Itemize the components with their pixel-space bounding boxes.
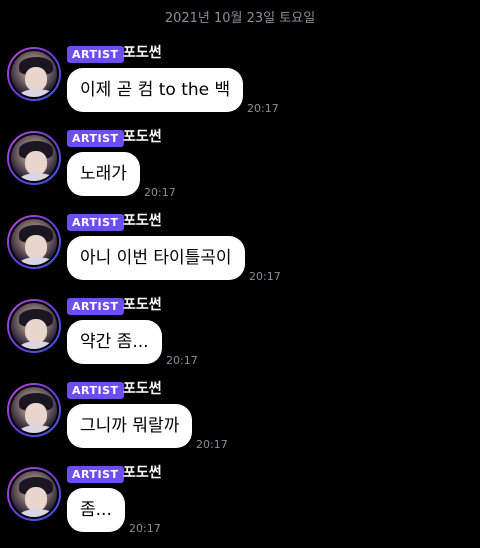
artist-badge: ARTIST xyxy=(67,382,124,399)
sender-avatar[interactable] xyxy=(7,383,61,437)
artist-badge: ARTIST xyxy=(67,214,124,231)
sender-name: 포도썬 xyxy=(123,213,162,229)
message-time: 20:17 xyxy=(166,354,198,367)
message-time: 20:17 xyxy=(249,270,281,283)
message-bubble[interactable]: 노래가 xyxy=(67,152,140,196)
message-time: 20:17 xyxy=(196,438,228,451)
chat-message: ARTIST 포도썬 그니까 뭐랄까 20:17 xyxy=(0,380,480,464)
sender-avatar[interactable] xyxy=(7,47,61,101)
message-time: 20:17 xyxy=(129,522,161,535)
artist-badge: ARTIST xyxy=(67,46,124,63)
sender-avatar[interactable] xyxy=(7,299,61,353)
message-bubble[interactable]: 아니 이번 타이틀곡이 xyxy=(67,236,245,280)
sender-name: 포도썬 xyxy=(123,381,162,397)
message-bubble[interactable]: 약간 좀... xyxy=(67,320,162,364)
chat-message: ARTIST 포도썬 좀... 20:17 xyxy=(0,464,480,548)
chat-message: ARTIST 포도썬 이제 곧 컴 to the 백 20:17 xyxy=(0,44,480,128)
sender-avatar[interactable] xyxy=(7,215,61,269)
sender-name: 포도썬 xyxy=(123,129,162,145)
chat-message: ARTIST 포도썬 아니 이번 타이틀곡이 20:17 xyxy=(0,212,480,296)
sender-name: 포도썬 xyxy=(123,297,162,313)
message-bubble[interactable]: 그니까 뭐랄까 xyxy=(67,404,193,448)
message-time: 20:17 xyxy=(247,102,279,115)
sender-name: 포도썬 xyxy=(123,45,162,61)
chat-message: ARTIST 포도썬 노래가 20:17 xyxy=(0,128,480,212)
chat-message: ARTIST 포도썬 약간 좀... 20:17 xyxy=(0,296,480,380)
sender-avatar[interactable] xyxy=(7,131,61,185)
artist-badge: ARTIST xyxy=(67,466,124,483)
sender-avatar[interactable] xyxy=(7,467,61,521)
artist-badge: ARTIST xyxy=(67,130,124,147)
date-divider: 2021년 10월 23일 토요일 xyxy=(164,11,316,26)
message-bubble[interactable]: 이제 곧 컴 to the 백 xyxy=(67,68,244,112)
artist-badge: ARTIST xyxy=(67,298,124,315)
message-bubble[interactable]: 좀... xyxy=(67,488,125,532)
message-time: 20:17 xyxy=(144,186,176,199)
sender-name: 포도썬 xyxy=(123,465,162,481)
